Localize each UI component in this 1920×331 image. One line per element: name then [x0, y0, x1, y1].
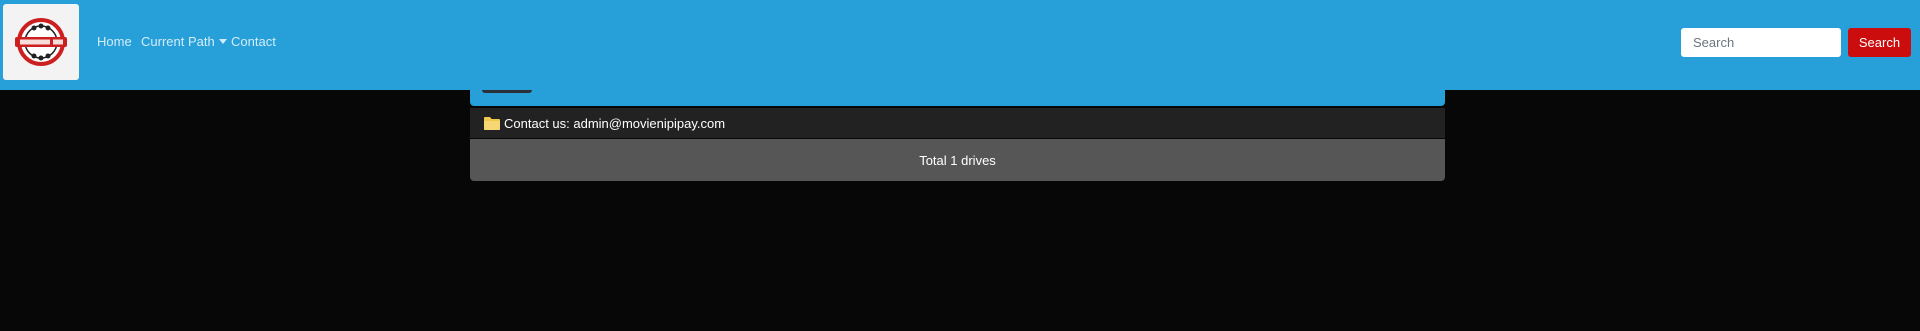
search-button[interactable]: Search	[1848, 28, 1911, 57]
nav-contact-link[interactable]: Contact	[231, 33, 276, 51]
site-logo-icon	[15, 18, 67, 66]
contact-text: Contact us: admin@movienipipay.com	[504, 115, 726, 131]
drive-count-footer: Total 1 drives	[470, 139, 1445, 181]
nav-current-path-label: Current Path	[141, 34, 215, 49]
top-navbar: Home Current Path Contact Search	[0, 0, 1920, 90]
nav-current-path-dropdown[interactable]: Current Path	[141, 33, 227, 51]
drive-card-header	[470, 88, 1445, 106]
search-input[interactable]	[1681, 28, 1841, 57]
total-drives-text: Total 1 drives	[919, 152, 996, 168]
folder-icon	[484, 117, 500, 130]
nav-home-link[interactable]: Home	[97, 33, 132, 51]
site-logo[interactable]	[3, 4, 79, 80]
chevron-down-icon	[218, 39, 227, 45]
contact-list-item[interactable]: Contact us: admin@movienipipay.com	[470, 108, 1445, 138]
